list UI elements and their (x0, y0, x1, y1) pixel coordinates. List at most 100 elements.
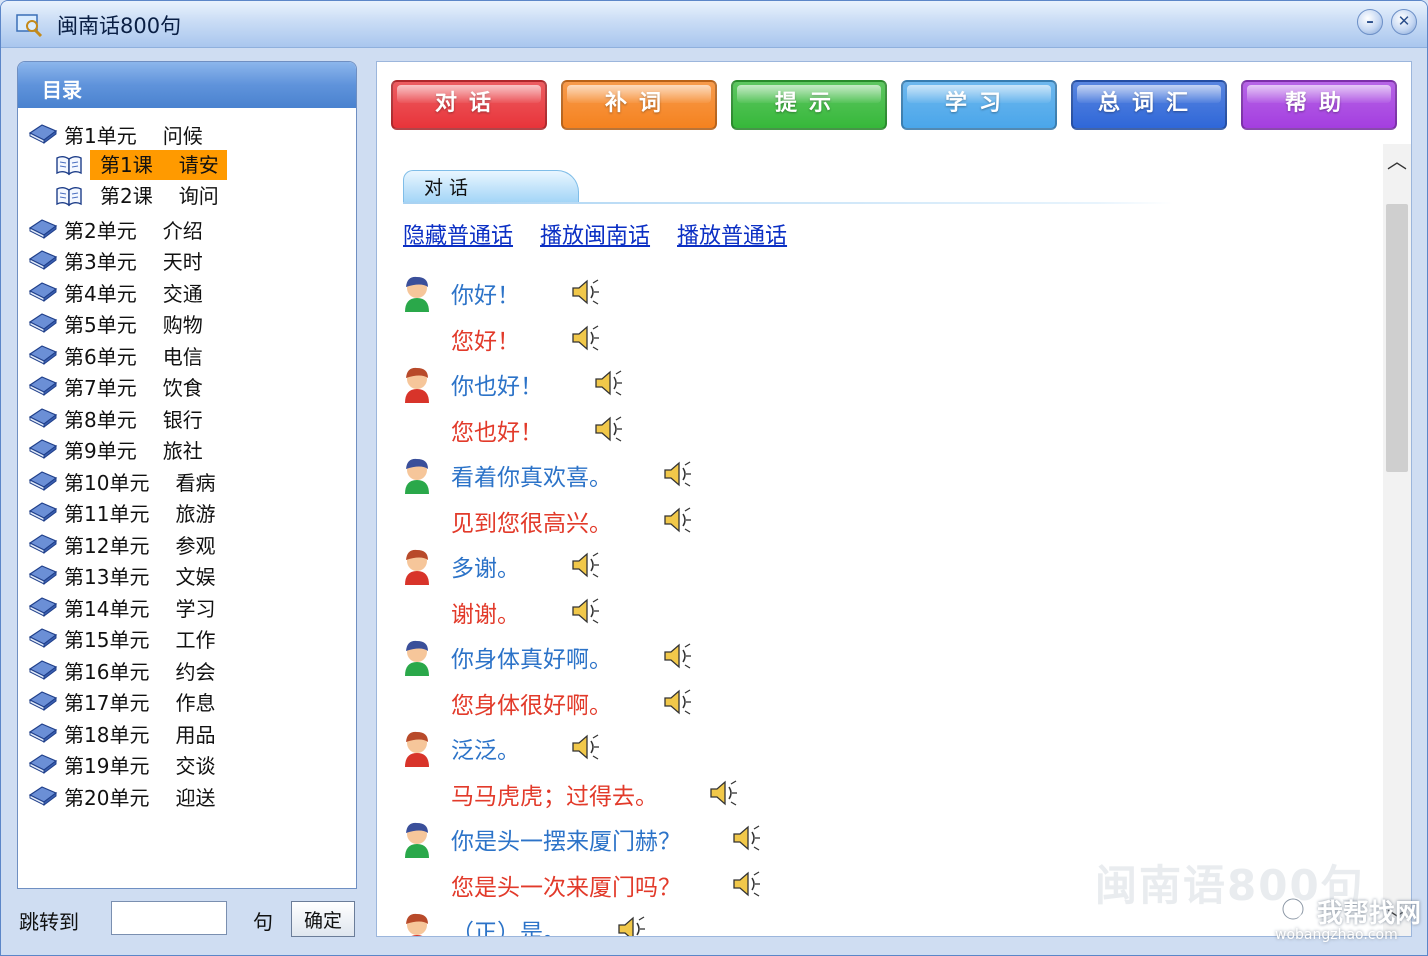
scroll-thumb[interactable] (1386, 204, 1408, 472)
node-topic: 问候 (162, 124, 203, 148)
app-icon (16, 14, 43, 37)
node-number: 第1单元 (64, 124, 137, 148)
dialogue-line-mandarin: 谢谢。 (401, 591, 1101, 635)
open-book-icon (54, 153, 84, 177)
closed-book-icon (28, 688, 58, 712)
speaker-play-icon[interactable] (662, 460, 692, 488)
lesson-label: 第2课 询问 (90, 181, 227, 211)
play-mandarin-link[interactable]: 播放普通话 (677, 224, 787, 249)
speaker-avatar-icon (401, 365, 433, 403)
speaker-play-icon[interactable] (570, 733, 600, 761)
speaker-play-icon[interactable] (593, 369, 623, 397)
tab-underline (403, 202, 1173, 204)
node-number: 第6单元 (64, 344, 137, 369)
mandarin-sentence: 谢谢。 (451, 601, 520, 628)
confirm-jump-button[interactable]: 确定 (291, 901, 355, 937)
jump-unit-label: 句 (253, 910, 273, 934)
speaker-play-icon[interactable] (731, 870, 761, 898)
speaker-play-icon[interactable] (662, 506, 692, 534)
speaker-play-icon[interactable] (662, 688, 692, 716)
speaker-play-icon[interactable] (731, 824, 761, 852)
jump-sentence-input[interactable] (111, 901, 227, 935)
speaker-avatar-icon (401, 638, 433, 676)
node-topic: 参观 (175, 533, 216, 558)
dialogue-line-mandarin: 您也好！ (401, 409, 1101, 453)
unit-label: 第9单元 旅社 (64, 435, 203, 464)
node-topic: 学习 (175, 596, 216, 621)
tab-dialogue[interactable]: 对 话 (403, 170, 579, 204)
dialogue-line-minnan: 你身体真好啊。 (401, 636, 1101, 680)
closed-book-icon (28, 279, 58, 303)
dialogue-line-minnan: 你是头一摆来厦门赫？ (401, 818, 1101, 862)
closed-book-icon (28, 751, 58, 775)
title-bar[interactable]: 闽南话800句 – ✕ (1, 1, 1427, 48)
unit-label: 第7单元 饮食 (64, 372, 203, 401)
speaker-play-icon[interactable] (570, 324, 600, 352)
speaker-play-icon[interactable] (570, 551, 600, 579)
node-number: 第9单元 (64, 439, 137, 463)
magnifier-icon (1281, 897, 1312, 928)
jump-label: 跳转到 (19, 910, 79, 934)
dialogue-line-mandarin: 您身体很好啊。 (401, 682, 1101, 726)
toolbar-button-6[interactable]: 帮助 (1241, 80, 1397, 130)
node-number: 第13单元 (64, 565, 150, 589)
minnan-sentence: 你身体真好啊。 (451, 647, 612, 673)
toolbar-button-3[interactable]: 提示 (731, 80, 887, 130)
close-button[interactable]: ✕ (1391, 9, 1417, 35)
closed-book-icon (28, 310, 58, 334)
node-number: 第20单元 (64, 785, 150, 810)
speaker-play-icon[interactable] (570, 278, 600, 306)
mandarin-sentence: 您是头一次来厦门吗？ (451, 874, 681, 901)
vertical-scrollbar[interactable]: ︿ ﹀ (1383, 144, 1411, 936)
node-topic: 作息 (175, 691, 216, 715)
node-topic: 饮食 (162, 376, 203, 400)
toolbar-button-5[interactable]: 总词汇 (1071, 80, 1227, 130)
speaker-play-icon[interactable] (593, 415, 623, 443)
closed-book-icon (28, 436, 58, 460)
catalog-panel: 目录 第1单元 问候 第1课 请安 第2课 询问 第2单元 介绍 第3单元 天时 第4单元 交通 第5单… (17, 61, 357, 889)
minnan-sentence: 你也好！ (451, 374, 543, 400)
unit-label: 第5单元 购物 (64, 309, 203, 338)
unit-label: 第17单元 作息 (64, 687, 215, 716)
node-number: 第16单元 (64, 659, 150, 684)
minimize-button[interactable]: – (1357, 9, 1383, 35)
open-book-icon (54, 184, 84, 208)
unit-label: 第1单元 问候 (64, 120, 203, 149)
toolbar-button-4[interactable]: 学习 (901, 80, 1057, 130)
toolbar-button-2[interactable]: 补词 (561, 80, 717, 130)
unit-label: 第10单元 看病 (64, 467, 215, 496)
node-topic: 迎送 (175, 785, 216, 810)
hide-mandarin-link[interactable]: 隐藏普通话 (403, 224, 513, 249)
node-topic: 询问 (178, 184, 219, 208)
speaker-avatar-icon (401, 729, 433, 767)
dialogue-line-minnan: 泛泛。 (401, 727, 1101, 771)
node-topic: 用品 (175, 722, 216, 747)
node-topic: 约会 (175, 659, 216, 684)
node-topic: 请安 (178, 152, 219, 177)
node-topic: 旅社 (162, 439, 203, 463)
node-topic: 旅游 (175, 502, 216, 526)
scroll-up-arrow-icon[interactable]: ︿ (1383, 144, 1411, 178)
minnan-sentence: 多谢。 (451, 556, 520, 582)
site-logo-name: 我帮找网 (1317, 899, 1422, 929)
node-topic: 购物 (162, 313, 203, 337)
speaker-play-icon[interactable] (662, 642, 692, 670)
closed-book-icon (28, 342, 58, 366)
unit-label: 第19单元 交谈 (64, 750, 215, 779)
unit-label: 第6单元 电信 (64, 341, 203, 370)
closed-book-icon (28, 657, 58, 681)
speaker-play-icon[interactable] (708, 779, 738, 807)
node-topic: 交通 (162, 281, 203, 306)
node-number: 第15单元 (64, 628, 150, 652)
node-topic: 天时 (162, 250, 203, 274)
unit-label: 第11单元 旅游 (64, 498, 215, 527)
speaker-play-icon[interactable] (616, 915, 646, 936)
node-number: 第12单元 (64, 533, 150, 558)
node-topic: 工作 (175, 628, 216, 652)
dialogue-line-minnan: 你也好！ (401, 363, 1101, 407)
toolbar-button-1[interactable]: 对话 (391, 80, 547, 130)
mandarin-sentence: 您好！ (451, 328, 520, 355)
closed-book-icon (28, 531, 58, 555)
play-minnan-link[interactable]: 播放闽南话 (540, 224, 650, 249)
speaker-play-icon[interactable] (570, 597, 600, 625)
